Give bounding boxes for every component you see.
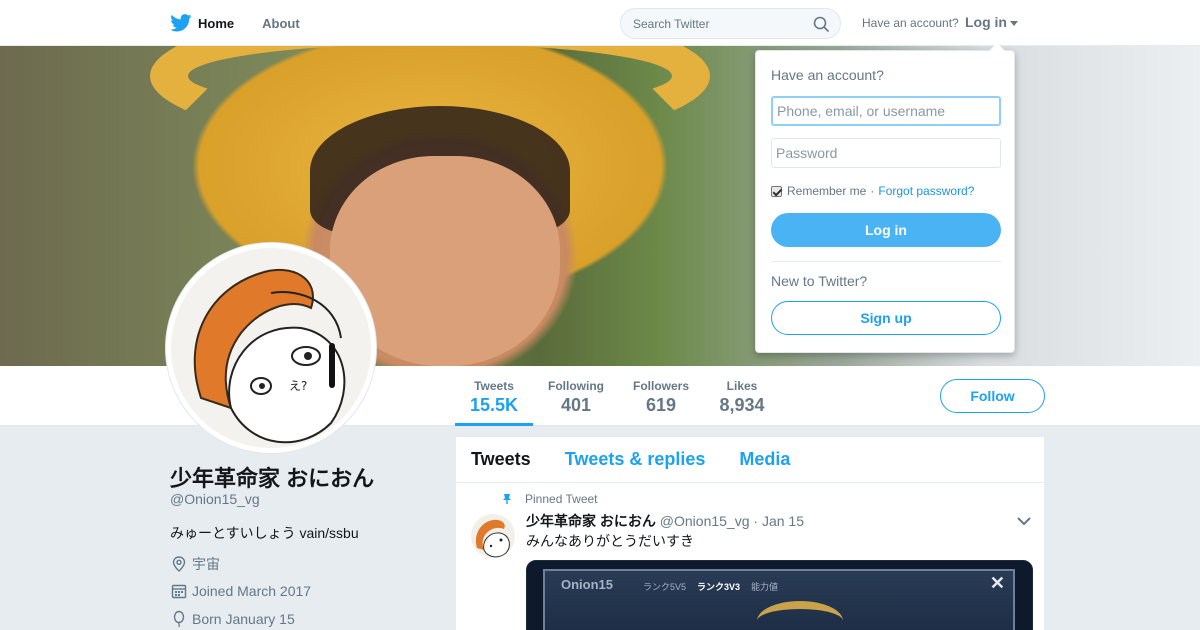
tweet-media-image[interactable]: Onion15 ランク5V5 ランク3V3 能力値 ✕ — [526, 560, 1033, 630]
profile-avatar[interactable]: え? — [166, 243, 376, 453]
login-dropdown: Have an account? Remember me · Forgot pa… — [755, 43, 1015, 353]
stat-tweets[interactable]: Tweets 15.5K — [455, 366, 533, 426]
nav-left: Home About — [170, 0, 328, 46]
tweet-date[interactable]: · Jan 15 — [753, 513, 804, 529]
pin-icon — [503, 494, 511, 504]
tab-media[interactable]: Media — [739, 449, 790, 470]
calendar-icon — [171, 584, 187, 599]
username-field[interactable] — [771, 96, 1001, 126]
login-button[interactable]: Log in — [771, 213, 1001, 247]
stat-value: 8,934 — [719, 395, 765, 415]
location-text: 宇宙 — [192, 556, 220, 572]
profile-name: 少年革命家 おにおん — [170, 466, 375, 491]
stat-label: Likes — [726, 379, 758, 393]
profile-handle[interactable]: @Onion15_vg — [170, 491, 260, 507]
banner-photo-hat — [150, 46, 710, 146]
tweet-header: 少年革命家 おにおん @Onion15_vg · Jan 15 — [526, 511, 804, 531]
location-icon — [172, 556, 186, 572]
new-to-twitter-text: New to Twitter? — [771, 273, 868, 289]
tweet-author-handle[interactable]: @Onion15_vg — [660, 513, 750, 529]
caret-down-icon — [1010, 20, 1018, 26]
login-toggle-label: Log in — [965, 14, 1007, 30]
remember-row: Remember me · Forgot password? — [771, 184, 974, 198]
avatar-illustration: え? — [171, 248, 371, 448]
search-icon[interactable] — [813, 16, 829, 32]
media-rank-5v5: ランク5V5 — [643, 582, 687, 592]
stat-value: 401 — [560, 395, 592, 415]
close-icon: ✕ — [989, 573, 1005, 593]
nav-home-link[interactable]: Home — [198, 16, 234, 31]
chevron-down-icon[interactable] — [1016, 515, 1032, 527]
login-dropdown-title: Have an account? — [771, 67, 884, 83]
signup-button[interactable]: Sign up — [771, 301, 1001, 335]
tweet-text: みんなありがとうだいすき — [526, 533, 694, 549]
stat-likes[interactable]: Likes 8,934 — [713, 366, 771, 426]
top-navigation: Home About Have an account? Log in — [0, 0, 1200, 46]
separator-dot: · — [870, 184, 875, 198]
dropdown-arrow — [989, 43, 1005, 51]
svg-text:え?: え? — [289, 379, 307, 393]
stat-label: Tweets — [474, 379, 514, 393]
timeline-tabs: Tweets Tweets & replies Media — [456, 437, 1044, 483]
profile-born: Born January 15 — [170, 610, 295, 628]
search-input[interactable] — [621, 9, 801, 38]
media-rank-3v3: ランク3V3 — [697, 582, 741, 592]
rank-emblem — [757, 601, 843, 630]
tweet-avatar-illustration — [475, 519, 510, 558]
timeline: Tweets Tweets & replies Media Pinned Twe… — [456, 437, 1044, 630]
tab-tweets[interactable]: Tweets — [471, 449, 531, 470]
media-title: Onion15 — [561, 577, 614, 592]
media-ability: 能力値 — [751, 582, 779, 592]
pinned-text: Pinned Tweet — [525, 492, 598, 506]
profile-joined: Joined March 2017 — [170, 582, 311, 600]
password-field[interactable] — [771, 138, 1001, 168]
stat-label: Followers — [632, 379, 689, 393]
follow-button[interactable]: Follow — [940, 379, 1045, 413]
stat-label: Following — [548, 379, 604, 393]
search-box — [620, 8, 841, 39]
balloon-icon — [173, 610, 185, 628]
forgot-password-link[interactable]: Forgot password? — [878, 184, 974, 198]
media-panel: Onion15 ランク5V5 ランク3V3 能力値 ✕ — [543, 569, 1015, 630]
profile-location: 宇宙 — [170, 554, 220, 574]
pinned-tweet-label: Pinned Tweet — [501, 492, 598, 506]
dropdown-divider — [771, 261, 1001, 262]
stat-followers[interactable]: Followers 619 — [628, 366, 694, 426]
remember-checkbox[interactable] — [771, 185, 782, 197]
stat-value: 619 — [645, 395, 677, 415]
remember-label[interactable]: Remember me — [787, 184, 866, 198]
twitter-bird-icon[interactable] — [170, 14, 192, 32]
tweet-author-name[interactable]: 少年革命家 おにおん — [526, 513, 656, 529]
tab-tweets-replies[interactable]: Tweets & replies — [565, 449, 706, 470]
login-dropdown-toggle[interactable]: Log in — [965, 14, 1018, 30]
nav-about-link[interactable]: About — [262, 16, 300, 31]
joined-text: Joined March 2017 — [192, 583, 312, 599]
stat-value: 15.5K — [469, 395, 519, 415]
profile-bio: みゅーとすいしょう vain/ssbu — [170, 525, 359, 541]
stat-following[interactable]: Following 401 — [544, 366, 608, 426]
born-text: Born January 15 — [192, 611, 295, 627]
have-account-text: Have an account? — [862, 16, 959, 30]
tweet-avatar[interactable] — [471, 514, 515, 558]
